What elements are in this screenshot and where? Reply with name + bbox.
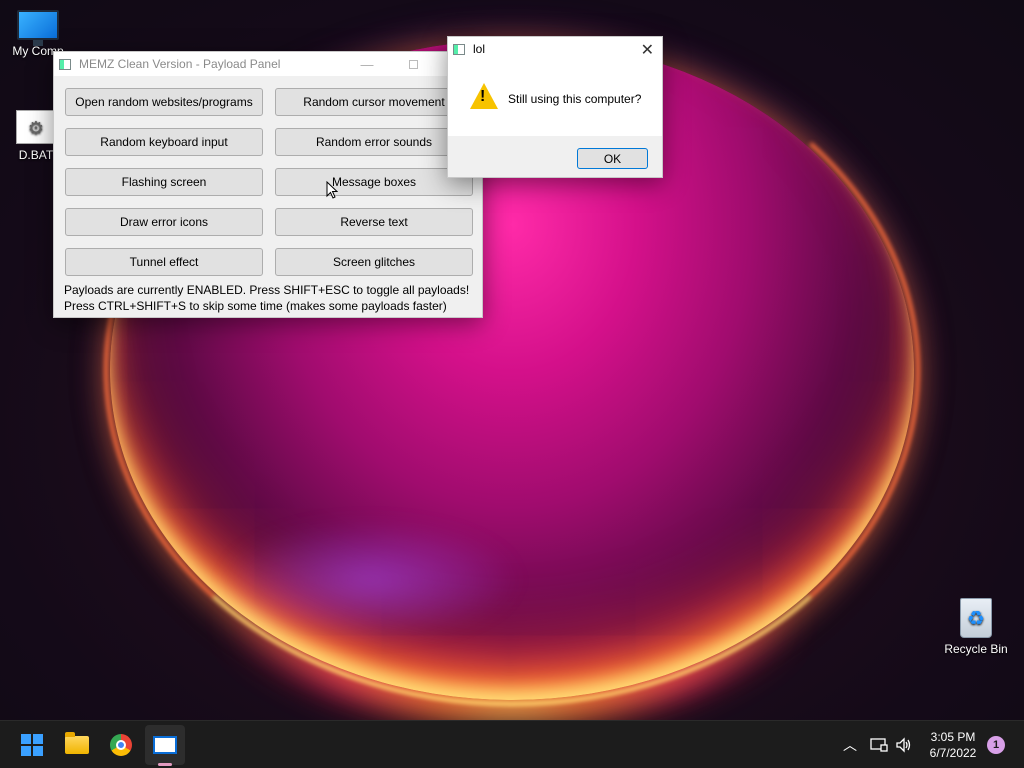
dialog-body: ! Still using this computer? [448, 61, 662, 136]
memz-window-icon [153, 736, 177, 754]
volume-icon[interactable] [893, 721, 915, 768]
taskbar: ︿ 3:05 PM 6/7/2022 1 [0, 720, 1024, 768]
status-line-skip-time: Press CTRL+SHIFT+S to skip some time (ma… [64, 299, 447, 313]
payload-status-text: Payloads are currently ENABLED. Press SH… [64, 282, 469, 314]
dialog-message: Still using this computer? [508, 92, 642, 106]
taskbar-file-explorer[interactable] [57, 725, 97, 765]
clock-time: 3:05 PM [930, 730, 976, 744]
warning-exclamation: ! [480, 88, 486, 105]
folder-icon [65, 732, 89, 754]
dialog-app-icon [453, 43, 465, 55]
dialog-titlebar[interactable]: lol ✕ [448, 37, 662, 61]
maximize-icon [408, 59, 418, 69]
dialog-title: lol [473, 42, 486, 56]
status-line-enabled: Payloads are currently ENABLED. Press SH… [64, 283, 470, 297]
taskbar-clock[interactable]: 3:05 PM 6/7/2022 [922, 721, 984, 768]
payload-button-screen-glitches[interactable]: Screen glitches [275, 248, 473, 276]
payload-button-cursor-movement[interactable]: Random cursor movement [275, 88, 473, 116]
payload-button-flashing-screen[interactable]: Flashing screen [65, 168, 263, 196]
payload-button-open-websites[interactable]: Open random websites/programs [65, 88, 263, 116]
payload-button-tunnel-effect[interactable]: Tunnel effect [65, 248, 263, 276]
taskbar-chrome[interactable] [101, 725, 141, 765]
gear-file-icon: ⚙ [16, 110, 56, 144]
windows-logo-icon [21, 734, 43, 756]
clock-date: 6/7/2022 [929, 746, 977, 760]
memz-payload-panel-window: MEMZ Clean Version - Payload Panel — Ope… [53, 51, 483, 318]
payload-button-draw-error-icons[interactable]: Draw error icons [65, 208, 263, 236]
ok-button[interactable]: OK [577, 148, 648, 169]
payload-button-keyboard-input[interactable]: Random keyboard input [65, 128, 263, 156]
notification-badge[interactable]: 1 [987, 736, 1005, 754]
payload-button-message-boxes[interactable]: Message boxes [275, 168, 473, 196]
payload-button-error-sounds[interactable]: Random error sounds [275, 128, 473, 156]
wallpaper-purple-glow [220, 520, 520, 640]
minimize-button[interactable]: — [344, 52, 390, 76]
network-icon[interactable] [868, 721, 890, 768]
recycle-bin-icon: ♻ [960, 598, 992, 638]
payload-button-reverse-text[interactable]: Reverse text [275, 208, 473, 236]
close-icon[interactable]: ✕ [641, 40, 654, 60]
start-button[interactable] [12, 725, 52, 765]
show-hidden-icons-chevron-icon[interactable]: ︿ [840, 721, 860, 768]
active-app-indicator [158, 763, 172, 766]
window-app-icon [59, 58, 71, 70]
taskbar-memz[interactable] [145, 725, 185, 765]
window-titlebar[interactable]: MEMZ Clean Version - Payload Panel — [54, 52, 482, 76]
desktop-icon-recycle-bin[interactable]: ♻ Recycle Bin [940, 598, 1012, 656]
window-title: MEMZ Clean Version - Payload Panel [79, 57, 281, 71]
desktop-icon-label: Recycle Bin [944, 642, 1008, 656]
maximize-button[interactable] [390, 52, 436, 76]
mouse-cursor-icon [326, 181, 338, 199]
computer-icon [17, 10, 59, 46]
chrome-icon [110, 734, 132, 756]
message-dialog: lol ✕ ! Still using this computer? OK [447, 36, 663, 178]
